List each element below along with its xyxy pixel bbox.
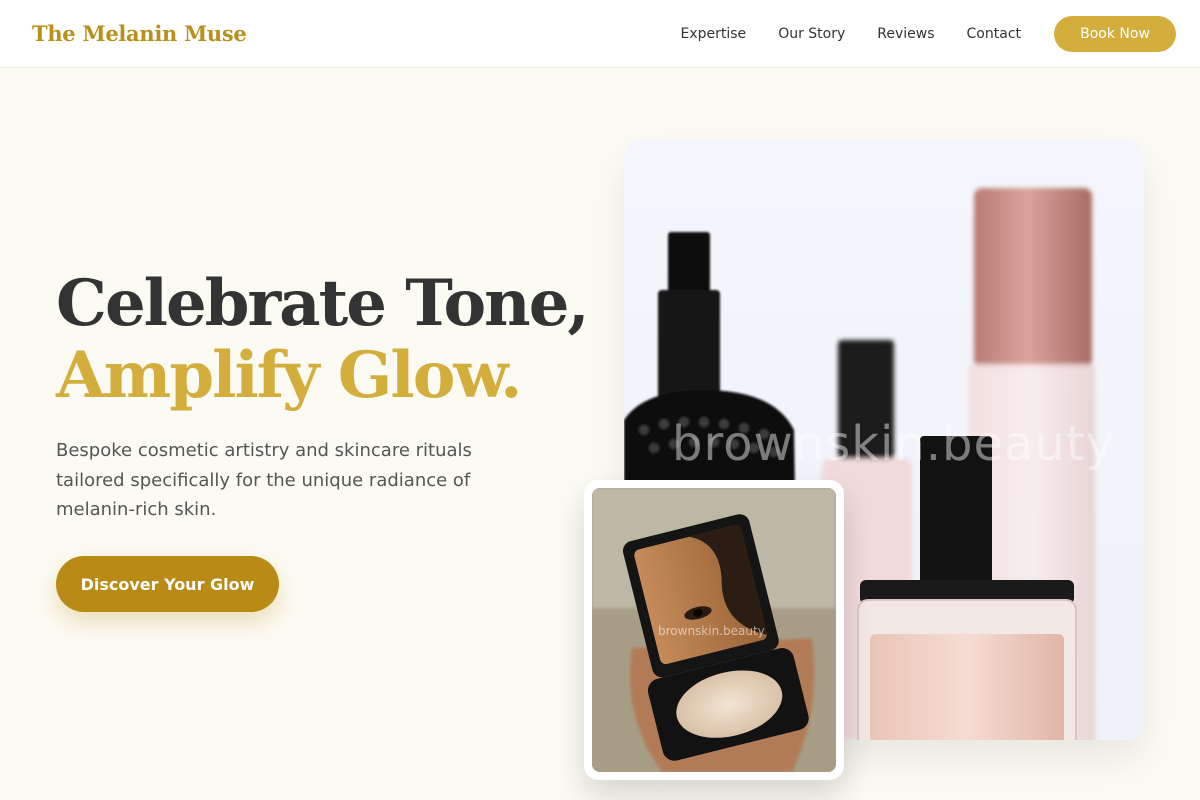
brand-logo[interactable]: The Melanin Muse (32, 21, 247, 46)
hero-description: Bespoke cosmetic artistry and skincare r… (56, 440, 472, 520)
hero-title-line1: Celebrate Tone, (56, 266, 590, 341)
nav-link-our-story[interactable]: Our Story (778, 26, 845, 42)
mirror-photo: brownskin.beauty (592, 488, 836, 772)
hero-title-line2: Amplify Glow. (56, 338, 522, 413)
main-photo-watermark: brownskin.beauty (672, 416, 1116, 472)
nav-link-expertise[interactable]: Expertise (681, 26, 747, 42)
book-now-button[interactable]: Book Now (1054, 15, 1176, 52)
site-header: The Melanin Muse Expertise Our Story Rev… (0, 0, 1200, 68)
mirror-photo-card: brownskin.beauty (584, 480, 844, 780)
nav-link-reviews[interactable]: Reviews (877, 26, 934, 42)
mirror-photo-watermark: brownskin.beauty (658, 624, 765, 638)
hero-title: Celebrate Tone, Amplify Glow. (56, 266, 590, 413)
main-nav: Expertise Our Story Reviews Contact Book… (681, 15, 1176, 52)
discover-glow-button[interactable]: Discover Your Glow (56, 556, 279, 612)
nav-link-contact[interactable]: Contact (967, 26, 1021, 42)
